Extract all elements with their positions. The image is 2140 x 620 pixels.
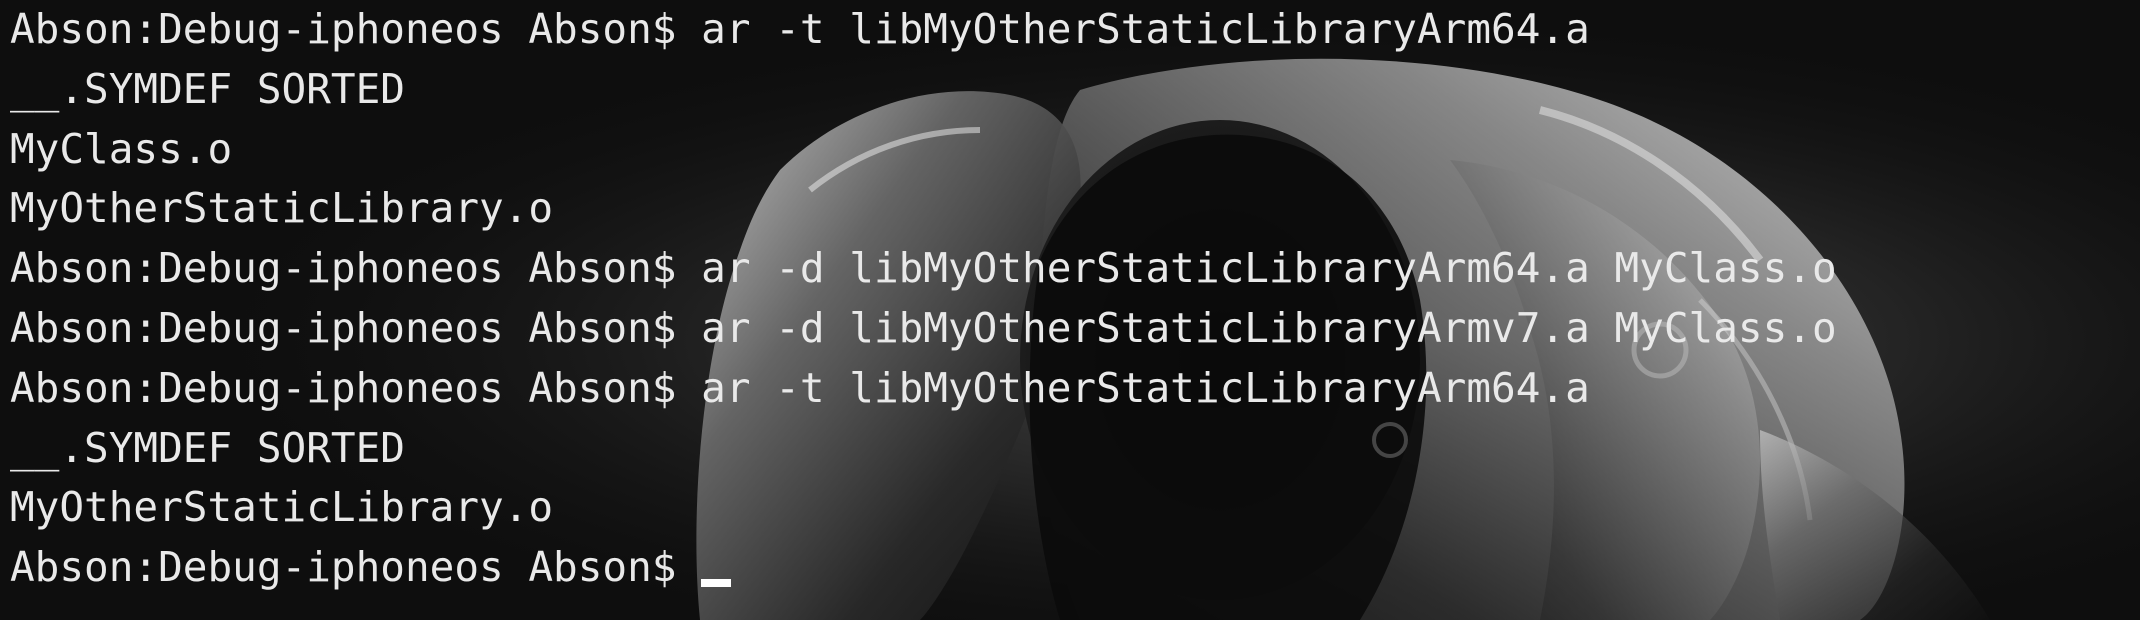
shell-prompt: Abson:Debug-iphoneos Abson$ [10, 543, 702, 592]
text-cursor [701, 579, 732, 588]
terminal-line: Abson:Debug-iphoneos Abson$ ar -d libMyO… [10, 244, 1837, 293]
terminal-line: Abson:Debug-iphoneos Abson$ ar -t libMyO… [10, 5, 1590, 53]
terminal-line: MyClass.o [10, 124, 233, 173]
terminal-line: MyOtherStaticLibrary.o [10, 483, 554, 532]
terminal-line: __.SYMDEF SORTED [10, 423, 405, 472]
terminal-line: Abson:Debug-iphoneos Abson$ ar -d libMyO… [10, 303, 1837, 352]
terminal-window[interactable]: Abson:Debug-iphoneos Abson$ ar -t libMyO… [0, 0, 2140, 620]
command-input-line[interactable]: Abson:Debug-iphoneos Abson$ [10, 538, 1837, 598]
terminal-line: MyOtherStaticLibrary.o [10, 184, 554, 233]
terminal-line: Abson:Debug-iphoneos Abson$ ar -t libMyO… [10, 363, 1590, 412]
terminal-line: __.SYMDEF SORTED [10, 64, 405, 113]
terminal-output: Abson:Debug-iphoneos Abson$ ar -t libMyO… [10, 0, 1837, 598]
